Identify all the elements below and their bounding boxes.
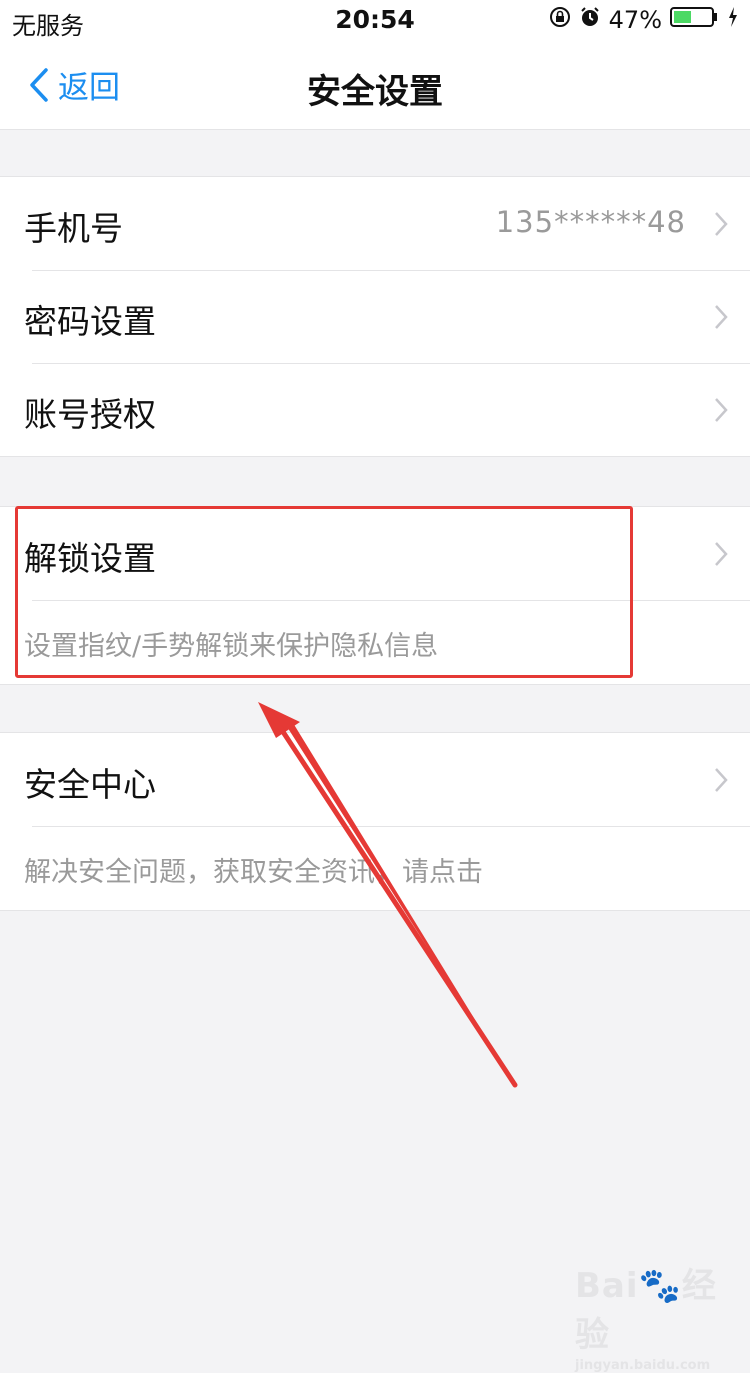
password-row[interactable]: 密码设置 [0, 270, 750, 363]
page-title: 安全设置 [307, 72, 443, 112]
security-center-row[interactable]: 安全中心 [0, 733, 750, 826]
watermark-url: jingyan.baidu.com [575, 1358, 711, 1373]
security-center-label: 安全中心 [24, 765, 156, 804]
battery-percent: 47% [608, 6, 662, 34]
alarm-icon [579, 6, 601, 34]
password-label: 密码设置 [24, 302, 156, 341]
chevron-right-icon [715, 542, 728, 566]
nav-bar: 返回 安全设置 [0, 40, 750, 130]
phone-label: 手机号 [24, 209, 123, 248]
chevron-right-icon [715, 768, 728, 792]
chevron-right-icon [715, 398, 728, 422]
paw-icon: 🐾 [638, 1266, 682, 1306]
status-bar: 无服务 20:54 47% [0, 0, 750, 40]
chevron-right-icon [715, 305, 728, 329]
security-center-hint[interactable]: 解决安全问题，获取安全资讯，请点击 [0, 826, 750, 910]
account-auth-row[interactable]: 账号授权 [0, 363, 750, 456]
chevron-right-icon [715, 212, 728, 236]
phone-value: 135******48 [495, 205, 686, 239]
account-group: 手机号 135******48 密码设置 账号授权 [0, 176, 750, 457]
account-auth-label: 账号授权 [24, 395, 156, 434]
battery-icon [670, 6, 720, 34]
charging-icon [728, 6, 738, 34]
orientation-lock-icon [549, 6, 571, 34]
baidu-jingyan-watermark: Bai🐾经验 jingyan.baidu.com [575, 1258, 750, 1373]
status-icons: 47% [549, 6, 738, 34]
highlight-box [15, 506, 633, 678]
security-center-hint-text: 解决安全问题，获取安全资讯，请点击 [24, 857, 483, 888]
phone-row[interactable]: 手机号 135******48 [0, 177, 750, 270]
security-center-group: 安全中心 解决安全问题，获取安全资讯，请点击 [0, 732, 750, 911]
